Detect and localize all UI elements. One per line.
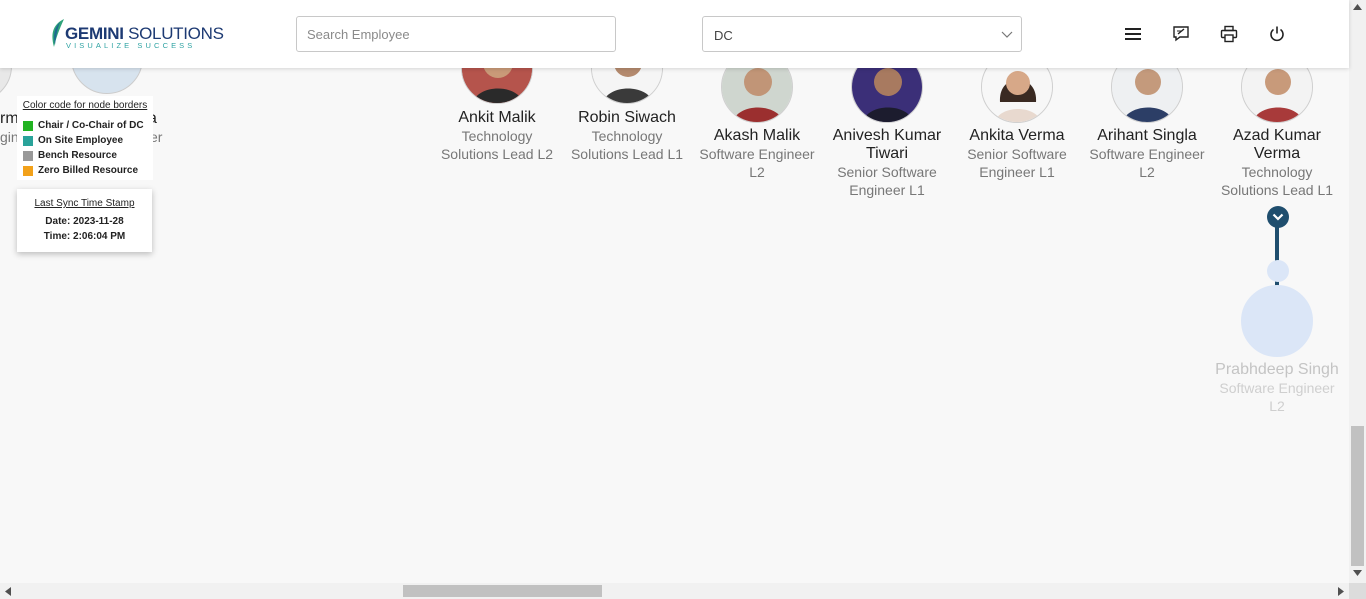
top-header: GEMINI SOLUTIONS VISUALIZE SUCCESS DC [0, 0, 1349, 68]
legend-title: Color code for node borders [22, 100, 148, 111]
legend-item-bench: Bench Resource [23, 148, 153, 163]
avatar-prabhdeep-singh[interactable] [1241, 285, 1313, 357]
gemini-solutions-logo[interactable]: GEMINI SOLUTIONS VISUALIZE SUCCESS [48, 18, 224, 50]
scroll-left-arrow-icon[interactable] [5, 587, 11, 596]
menu-icon[interactable] [1123, 24, 1143, 44]
node-prabhdeep-singh[interactable]: Prabhdeep Singh Software Engineer L2 [1215, 361, 1339, 415]
node-ankita-verma[interactable]: Ankita Verma Senior Software Engineer L1 [955, 127, 1079, 181]
green-swatch [23, 120, 33, 131]
brand-tagline: VISUALIZE SUCCESS [66, 41, 196, 50]
node-anivesh-kumar-tiwari[interactable]: Anivesh Kumar Tiwari Senior Software Eng… [825, 127, 949, 199]
sync-date: Date: 2023-11-28 [45, 216, 124, 227]
scroll-down-arrow-icon[interactable] [1353, 570, 1362, 576]
print-icon[interactable] [1219, 24, 1239, 44]
scrollbar-corner [1349, 583, 1366, 599]
dc-select[interactable]: DC [702, 16, 1022, 52]
node-robin-siwach[interactable]: Robin Siwach Technology Solutions Lead L… [565, 109, 689, 163]
vertical-scroll-thumb[interactable] [1351, 426, 1364, 566]
collapse-node-button[interactable] [1267, 206, 1289, 228]
horizontal-scrollbar[interactable] [0, 583, 1349, 599]
power-icon[interactable] [1267, 24, 1287, 44]
legend-item-onsite: On Site Employee [23, 133, 153, 148]
node-azad-kumar-verma[interactable]: Azad Kumar Verma Technology Solutions Le… [1215, 127, 1339, 199]
search-employee-input[interactable] [296, 16, 616, 52]
gray-swatch [23, 150, 33, 161]
color-code-legend: Color code for node borders Chair / Co-C… [17, 96, 153, 180]
scroll-up-arrow-icon[interactable] [1353, 4, 1362, 10]
scroll-right-arrow-icon[interactable] [1338, 587, 1344, 596]
node-ankit-malik[interactable]: Ankit Malik Technology Solutions Lead L2 [435, 109, 559, 163]
legend-item-zero-billed: Zero Billed Resource [23, 163, 153, 178]
feedback-icon[interactable] [1171, 24, 1191, 44]
sync-time: Time: 2:06:04 PM [43, 231, 126, 242]
sync-title: Last Sync Time Stamp [34, 198, 135, 209]
chevron-down-icon [1272, 213, 1284, 221]
teal-swatch [23, 135, 33, 146]
node-arihant-singla[interactable]: Arihant Singla Software Engineer L2 [1085, 127, 1209, 181]
dc-select-value: DC [714, 28, 733, 43]
leaf-logo-icon [52, 19, 64, 47]
orange-swatch [23, 165, 33, 176]
legend-item-chair: Chair / Co-Chair of DC [23, 118, 153, 133]
last-sync-panel: Last Sync Time Stamp Date: 2023-11-28 Ti… [17, 189, 152, 252]
node-akash-malik[interactable]: Akash Malik Software Engineer L2 [695, 127, 819, 181]
expand-node-button[interactable] [1267, 260, 1289, 282]
chevron-down-icon [1001, 31, 1013, 38]
horizontal-scroll-thumb[interactable] [403, 585, 602, 597]
